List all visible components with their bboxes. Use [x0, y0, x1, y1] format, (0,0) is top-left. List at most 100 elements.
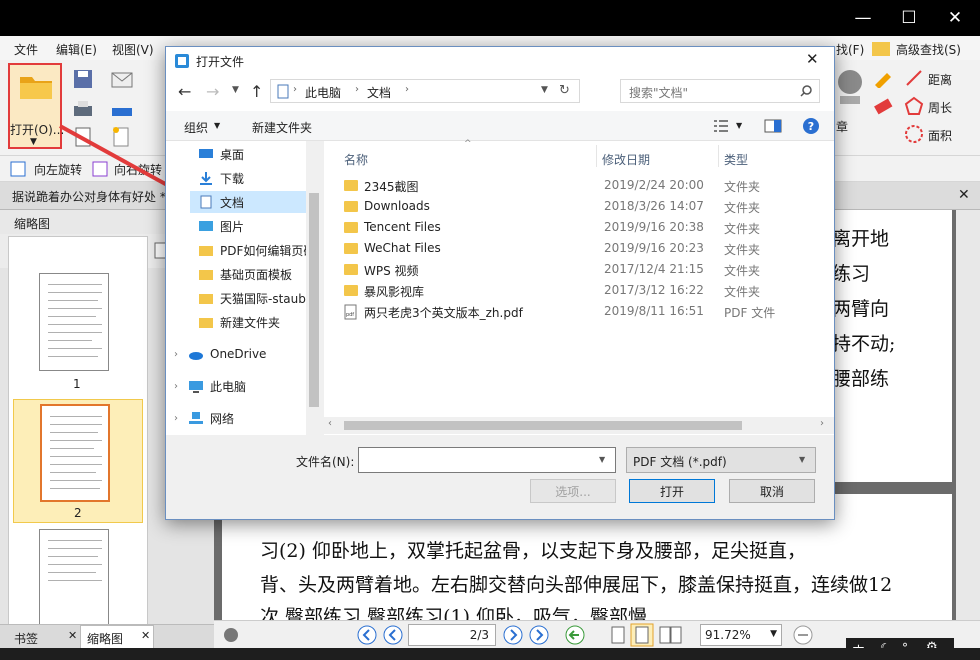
- nav-item-downloads[interactable]: 下载: [198, 167, 244, 189]
- nav-item-folder[interactable]: 新建文件夹: [198, 311, 280, 333]
- search-input[interactable]: 搜索"文档": [620, 79, 820, 103]
- prev-page-icon[interactable]: [382, 624, 404, 646]
- first-page-icon[interactable]: [356, 624, 378, 646]
- area-label[interactable]: 面积: [928, 127, 952, 144]
- view-options-icon[interactable]: [712, 118, 730, 134]
- distance-icon[interactable]: [904, 68, 924, 88]
- close-icon[interactable]: ✕: [141, 629, 150, 642]
- scroll-right-icon[interactable]: ›: [820, 418, 824, 429]
- email-icon[interactable]: [110, 70, 134, 90]
- chevron-right-icon[interactable]: ›: [174, 413, 178, 424]
- perimeter-label[interactable]: 周长: [928, 99, 952, 116]
- rotate-left-icon[interactable]: [8, 159, 30, 179]
- close-doc-icon[interactable]: ✕: [958, 187, 970, 203]
- forward-arrow-icon[interactable]: →: [206, 82, 219, 101]
- new-document-icon[interactable]: [110, 126, 132, 148]
- close-button[interactable]: ✕: [932, 0, 978, 36]
- column-date[interactable]: 修改日期: [602, 151, 650, 168]
- file-row[interactable]: Downloads 2018/3/26 14:07 文件夹: [332, 196, 816, 217]
- dialog-close-button[interactable]: ✕: [806, 50, 819, 68]
- breadcrumb-documents[interactable]: 文档: [367, 84, 391, 101]
- nav-item-folder[interactable]: 基础页面模板: [198, 263, 292, 285]
- chevron-down-icon[interactable]: ▼: [232, 85, 239, 95]
- file-row[interactable]: WeChat Files 2019/9/16 20:23 文件夹: [332, 238, 816, 259]
- refresh-icon[interactable]: ↻: [559, 83, 570, 98]
- pencil-icon[interactable]: [872, 68, 894, 88]
- document-export-icon[interactable]: [72, 126, 94, 148]
- rotate-left-button[interactable]: 向左旋转: [34, 161, 82, 178]
- filetype-select[interactable]: PDF 文档 (*.pdf) ▼: [626, 447, 816, 473]
- filename-input[interactable]: ▼: [358, 447, 616, 473]
- chevron-down-icon[interactable]: ▼: [599, 455, 605, 464]
- advanced-find-label[interactable]: 高级查找(S): [896, 41, 961, 58]
- menu-view[interactable]: 视图(V): [112, 41, 154, 58]
- preview-pane-icon[interactable]: [764, 118, 782, 134]
- single-page-icon[interactable]: [610, 624, 626, 646]
- last-page-icon[interactable]: [528, 624, 550, 646]
- rotate-right-icon[interactable]: [90, 159, 112, 179]
- file-row[interactable]: 2345截图 2019/2/24 20:00 文件夹: [332, 175, 816, 196]
- zoom-out-icon[interactable]: [792, 624, 814, 646]
- menu-file[interactable]: 文件: [14, 41, 38, 58]
- horizontal-scrollbar[interactable]: ‹ ›: [324, 417, 834, 434]
- page-number-field[interactable]: 2/3: [408, 624, 496, 646]
- nav-item-documents[interactable]: 文档: [190, 191, 310, 213]
- back-icon[interactable]: [564, 624, 586, 646]
- file-row[interactable]: pdf 两只老虎3个英文版本_zh.pdf 2019/8/11 16:51 PD…: [332, 301, 816, 322]
- advanced-find-icon[interactable]: [871, 38, 893, 58]
- back-arrow-icon[interactable]: ←: [178, 82, 191, 101]
- column-type[interactable]: 类型: [724, 151, 748, 168]
- gear-icon[interactable]: [220, 624, 242, 646]
- eraser-icon[interactable]: [872, 96, 894, 116]
- print-icon[interactable]: [72, 98, 94, 120]
- two-page-icon[interactable]: [658, 624, 684, 646]
- column-name[interactable]: 名称: [344, 151, 368, 168]
- chevron-down-icon[interactable]: ▼: [541, 85, 548, 95]
- area-icon[interactable]: [904, 124, 924, 144]
- stamp-icon[interactable]: [836, 66, 864, 118]
- distance-label[interactable]: 距离: [928, 71, 952, 88]
- menu-edit[interactable]: 编辑(E): [56, 41, 97, 58]
- continuous-page-icon[interactable]: [630, 623, 654, 647]
- scanner-icon[interactable]: [110, 100, 134, 120]
- save-icon[interactable]: [72, 68, 94, 90]
- open-button[interactable]: 打开(O)... ▼: [8, 63, 64, 149]
- organize-button[interactable]: 组织: [184, 119, 208, 136]
- vertical-scrollbar[interactable]: [956, 210, 980, 620]
- up-arrow-icon[interactable]: ↑: [250, 82, 263, 101]
- minimize-button[interactable]: —: [840, 0, 886, 36]
- cancel-button[interactable]: 取消: [729, 479, 815, 503]
- document-tab[interactable]: 据说跪着办公对身体有好处 *: [12, 188, 166, 205]
- file-row[interactable]: WPS 视频 2017/12/4 21:15 文件夹: [332, 259, 816, 280]
- thumbnail-page-3[interactable]: [39, 529, 109, 627]
- breadcrumb-this-pc[interactable]: 此电脑: [305, 84, 341, 101]
- close-icon[interactable]: ✕: [68, 629, 77, 642]
- chevron-right-icon[interactable]: ›: [174, 349, 178, 360]
- bookmarks-tab[interactable]: 书签: [14, 630, 38, 647]
- chevron-right-icon[interactable]: ›: [174, 381, 178, 392]
- thumbnail-page-1[interactable]: 1: [9, 237, 147, 391]
- address-bar[interactable]: › 此电脑 › 文档 › ▼ ↻: [270, 79, 580, 103]
- scroll-left-icon[interactable]: ‹: [328, 418, 332, 429]
- nav-item-pictures[interactable]: 图片: [198, 215, 244, 237]
- thumbnails-tab[interactable]: 缩略图 ✕: [80, 625, 154, 649]
- zoom-select[interactable]: 91.72% ▼: [700, 624, 782, 646]
- options-button[interactable]: 选项...: [530, 479, 616, 503]
- help-icon[interactable]: ?: [802, 117, 820, 135]
- nav-scrollbar[interactable]: [306, 141, 322, 435]
- new-folder-button[interactable]: 新建文件夹: [252, 119, 312, 136]
- thumbnail-page-2[interactable]: 2: [13, 399, 143, 523]
- next-page-icon[interactable]: [502, 624, 524, 646]
- file-row[interactable]: 暴风影视库 2017/3/12 16:22 文件夹: [332, 280, 816, 301]
- open-file-button[interactable]: 打开: [629, 479, 715, 503]
- stamp-label[interactable]: 章: [836, 118, 848, 135]
- nav-item-onedrive[interactable]: OneDrive: [188, 343, 266, 365]
- rotate-right-button[interactable]: 向右旋转: [114, 161, 162, 178]
- nav-item-this-pc[interactable]: 此电脑: [188, 375, 246, 397]
- file-row[interactable]: Tencent Files 2019/9/16 20:38 文件夹: [332, 217, 816, 238]
- nav-item-folder[interactable]: 天猫国际-staub: [198, 287, 306, 309]
- find-label[interactable]: 找(F): [836, 41, 864, 58]
- nav-item-network[interactable]: 网络: [188, 407, 234, 429]
- nav-item-folder[interactable]: PDF如何编辑页码: [198, 239, 315, 261]
- perimeter-icon[interactable]: [904, 96, 924, 116]
